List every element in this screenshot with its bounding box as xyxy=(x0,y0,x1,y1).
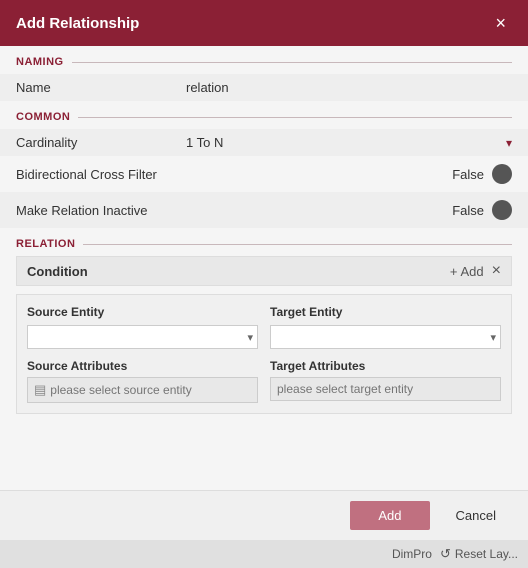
name-input[interactable] xyxy=(186,80,512,95)
make-inactive-toggle[interactable] xyxy=(492,200,512,220)
relation-section-header: RELATION xyxy=(0,228,528,256)
target-entity-select-wrapper: ▾ xyxy=(270,325,501,349)
cardinality-label: Cardinality xyxy=(16,135,186,150)
reset-layout-button[interactable]: ↺ Reset Lay... xyxy=(440,546,518,562)
source-attr-icon: ▤ xyxy=(34,382,46,398)
condition-add-button[interactable]: + Add xyxy=(450,264,484,279)
source-entity-label: Source Entity xyxy=(27,305,258,319)
dialog-close-button[interactable]: × xyxy=(489,12,512,34)
dialog-body: NAMING Name COMMON Cardinality 1 To 1 1 … xyxy=(0,46,528,490)
relation-section-line xyxy=(83,244,512,245)
plus-icon: + xyxy=(450,264,458,279)
dialog-footer: Add Cancel xyxy=(0,490,528,540)
bidirectional-value: False xyxy=(452,167,484,182)
bidirectional-row: Bidirectional Cross Filter False xyxy=(0,156,528,192)
cardinality-field-row: Cardinality 1 To 1 1 To N N To 1 N To N … xyxy=(0,129,528,156)
target-attributes-input[interactable] xyxy=(277,382,494,396)
target-attributes-label: Target Attributes xyxy=(270,359,501,373)
bidirectional-label: Bidirectional Cross Filter xyxy=(16,167,452,182)
make-inactive-row: Make Relation Inactive False xyxy=(0,192,528,228)
common-section-line xyxy=(78,117,512,118)
target-column: Target Entity ▾ Target Attributes xyxy=(270,305,501,403)
source-attributes-label: Source Attributes xyxy=(27,359,258,373)
cardinality-select-wrapper: 1 To 1 1 To N N To 1 N To N ▾ xyxy=(186,135,512,150)
make-inactive-label: Make Relation Inactive xyxy=(16,203,452,218)
naming-section-line xyxy=(72,62,512,63)
condition-actions: + Add × xyxy=(450,263,501,279)
common-section-label: COMMON xyxy=(16,111,70,123)
relation-section-label: RELATION xyxy=(16,238,75,250)
dialog-title: Add Relationship xyxy=(16,15,139,32)
target-attributes-wrapper xyxy=(270,377,501,401)
naming-section-label: NAMING xyxy=(16,56,64,68)
condition-add-label: Add xyxy=(461,264,484,279)
target-entity-label: Target Entity xyxy=(270,305,501,319)
make-inactive-value: False xyxy=(452,203,484,218)
reset-icon: ↺ xyxy=(440,546,451,562)
target-entity-select[interactable] xyxy=(277,330,494,344)
name-value xyxy=(186,80,512,95)
relation-content: Condition + Add × Source Entity xyxy=(0,256,528,424)
source-column: Source Entity ▾ Source Attributes ▤ xyxy=(27,305,258,403)
source-entity-select-wrapper: ▾ xyxy=(27,325,258,349)
condition-close-button[interactable]: × xyxy=(492,263,501,279)
reset-label: Reset Lay... xyxy=(455,547,518,561)
source-attributes-wrapper: ▤ xyxy=(27,377,258,403)
bottom-bar: DimPro ↺ Reset Lay... xyxy=(0,540,528,568)
condition-bar: Condition + Add × xyxy=(16,256,512,286)
entity-grid: Source Entity ▾ Source Attributes ▤ xyxy=(16,294,512,414)
source-entity-select[interactable] xyxy=(34,330,251,344)
common-section-header: COMMON xyxy=(0,101,528,129)
name-label: Name xyxy=(16,80,186,95)
condition-label: Condition xyxy=(27,264,88,279)
dialog-header: Add Relationship × xyxy=(0,0,528,46)
name-field-row: Name xyxy=(0,74,528,101)
add-relationship-dialog: Add Relationship × NAMING Name COMMON Ca… xyxy=(0,0,528,568)
naming-section-header: NAMING xyxy=(0,46,528,74)
cardinality-select[interactable]: 1 To 1 1 To N N To 1 N To N xyxy=(186,135,512,150)
cancel-button[interactable]: Cancel xyxy=(440,501,512,530)
bidirectional-toggle[interactable] xyxy=(492,164,512,184)
brand-label: DimPro xyxy=(392,547,432,561)
source-attributes-input[interactable] xyxy=(50,383,251,397)
add-button[interactable]: Add xyxy=(350,501,429,530)
